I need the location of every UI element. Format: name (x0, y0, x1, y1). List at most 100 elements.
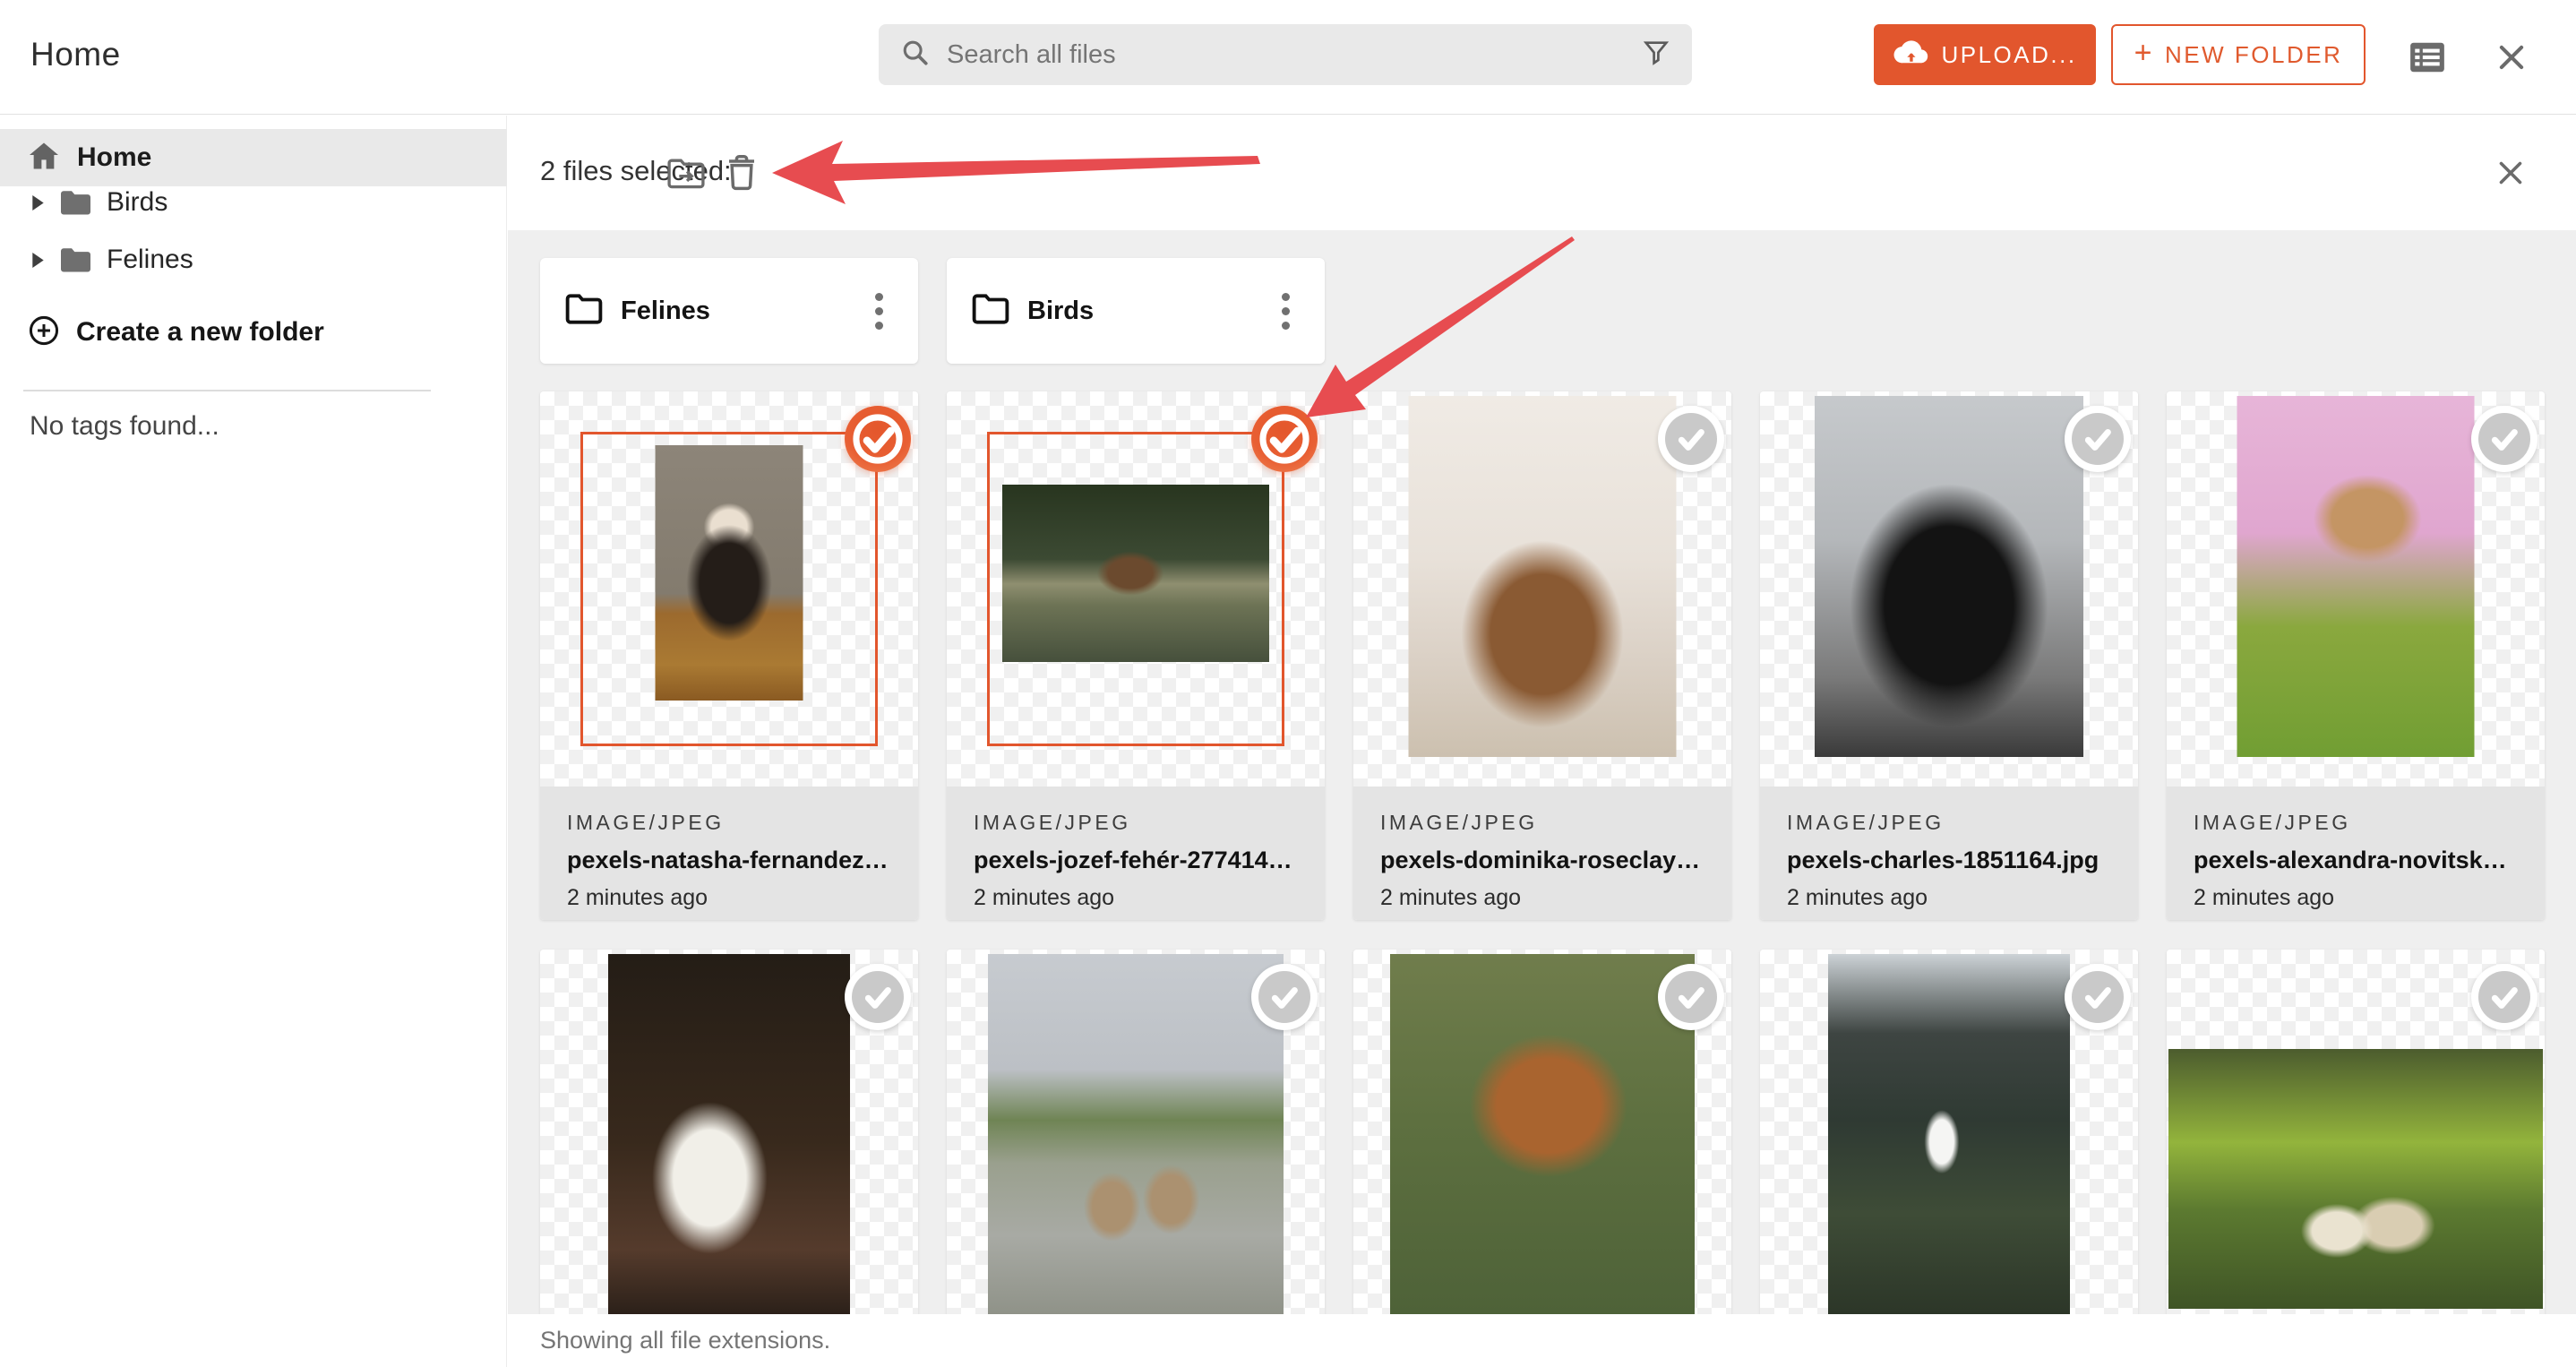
photo-dog-in-green-fur (2237, 396, 2475, 757)
file-meta: IMAGE/JPEG pexels-alexandra-novitskaya-2… (2167, 787, 2545, 920)
unselected-check-badge[interactable] (2471, 406, 2537, 472)
file-name: pexels-alexandra-novitskaya-2... (2194, 847, 2518, 873)
file-meta: IMAGE/JPEG pexels-charles-1851164.jpg 2 … (1760, 787, 2138, 920)
search-input[interactable]: Search all files (879, 24, 1692, 85)
file-card[interactable]: IMAGE/JPEG pexels-natasha-fernandez-733.… (540, 391, 918, 920)
sidebar-home-label: Home (77, 142, 152, 172)
unselected-check-badge[interactable] (2065, 964, 2131, 1030)
upload-button-label: UPLOAD... (1941, 40, 2077, 68)
home-icon (28, 142, 60, 175)
unselected-check-badge[interactable] (1658, 406, 1724, 472)
upload-button[interactable]: UPLOAD... (1874, 24, 2096, 85)
folder-icon (59, 189, 92, 216)
file-card[interactable] (947, 950, 1325, 1367)
file-name: pexels-jozef-fehér-2774140.jpg (974, 847, 1298, 873)
list-view-toggle-button[interactable] (2406, 38, 2449, 77)
top-bar: Home Search all files UPLOAD... + NEW FO… (0, 0, 2576, 115)
no-tags-text: No tags found... (30, 411, 219, 441)
status-bar: Showing all file extensions. (508, 1314, 2576, 1367)
search-placeholder: Search all files (947, 39, 1116, 69)
file-type: IMAGE/JPEG (1380, 811, 1538, 834)
file-thumbnail-area (1353, 950, 1731, 1345)
new-folder-button[interactable]: + NEW FOLDER (2111, 24, 2366, 85)
file-thumbnail-area (947, 391, 1325, 787)
folder-card-label: Felines (621, 296, 710, 325)
file-card[interactable]: IMAGE/JPEG pexels-jozef-fehér-2774140.jp… (947, 391, 1325, 920)
status-text: Showing all file extensions. (540, 1327, 831, 1354)
photo-dachshund-portrait (1408, 396, 1677, 757)
file-name: pexels-dominika-roseclay-8952... (1380, 847, 1704, 873)
file-card[interactable]: IMAGE/JPEG pexels-alexandra-novitskaya-2… (2167, 391, 2545, 920)
plus-circle-icon (27, 314, 61, 352)
file-type: IMAGE/JPEG (567, 811, 725, 834)
unselected-check-badge[interactable] (845, 964, 911, 1030)
sidebar-divider (23, 390, 431, 391)
file-thumbnail-area (2167, 950, 2545, 1345)
media-library-window: Home Search all files UPLOAD... + NEW FO… (0, 0, 2576, 1367)
photo-black-pug-portrait (1815, 396, 2083, 757)
selection-toolbar: 2 files selected: (508, 116, 2576, 230)
photo-geese-walking-on-road (988, 954, 1284, 1315)
selected-check-badge[interactable] (845, 406, 911, 472)
unselected-check-badge[interactable] (2471, 964, 2537, 1030)
create-new-folder-label: Create a new folder (76, 317, 324, 347)
upload-cloud-icon (1893, 38, 1928, 73)
file-card[interactable] (540, 950, 918, 1367)
file-type: IMAGE/JPEG (1787, 811, 1945, 834)
folder-card-felines[interactable]: Felines (540, 258, 918, 364)
folder-outline-icon (972, 293, 1009, 330)
search-icon (900, 38, 931, 73)
file-thumbnail-area (1353, 391, 1731, 787)
chevron-right-icon[interactable] (32, 194, 47, 211)
sidebar-folder-felines[interactable]: Felines (0, 238, 507, 281)
file-thumbnail-area (1760, 950, 2138, 1345)
file-time: 2 minutes ago (974, 885, 1115, 910)
file-card[interactable]: IMAGE/JPEG pexels-dominika-roseclay-8952… (1353, 391, 1731, 920)
folder-outline-icon (565, 293, 603, 330)
selected-check-badge[interactable] (1251, 406, 1318, 472)
unselected-check-badge[interactable] (2065, 406, 2131, 472)
file-card[interactable] (1353, 950, 1731, 1367)
page-title: Home (30, 36, 121, 73)
file-card[interactable] (1760, 950, 2138, 1367)
file-thumbnail-area (540, 950, 918, 1345)
plus-icon: + (2134, 35, 2154, 70)
photo-dog-swimming-with-stick (1002, 485, 1269, 662)
folder-menu-kebab-icon[interactable] (1267, 286, 1303, 336)
sidebar: Home Birds Felines Create a new folder N… (0, 116, 507, 1367)
delete-selected-icon[interactable] (720, 151, 763, 194)
sidebar-folder-label: Felines (107, 245, 193, 274)
sidebar-folder-birds[interactable]: Birds (0, 181, 507, 224)
file-thumbnail-area (947, 950, 1325, 1345)
create-new-folder-button[interactable]: Create a new folder (0, 309, 507, 356)
file-card[interactable]: IMAGE/JPEG pexels-charles-1851164.jpg 2 … (1760, 391, 2138, 920)
file-type: IMAGE/JPEG (974, 811, 1131, 834)
file-card[interactable] (2167, 950, 2545, 1367)
file-time: 2 minutes ago (1787, 885, 1928, 910)
folder-menu-kebab-icon[interactable] (861, 286, 897, 336)
photo-kangaroo-lying-on-grass (1390, 954, 1695, 1315)
folder-icon (59, 246, 92, 273)
file-meta: IMAGE/JPEG pexels-jozef-fehér-2774140.jp… (947, 787, 1325, 920)
new-folder-button-label: NEW FOLDER (2165, 40, 2343, 68)
file-time: 2 minutes ago (1380, 885, 1522, 910)
chevron-right-icon[interactable] (32, 252, 47, 268)
sidebar-folder-label: Birds (107, 187, 168, 217)
folder-card-birds[interactable]: Birds (947, 258, 1325, 364)
unselected-check-badge[interactable] (1251, 964, 1318, 1030)
unselected-check-badge[interactable] (1658, 964, 1724, 1030)
file-thumbnail-area (2167, 391, 2545, 787)
photo-seagulls-on-railing (608, 954, 850, 1315)
file-thumbnail-area (1760, 391, 2138, 787)
photo-lambs-in-grass (2168, 1049, 2543, 1309)
filter-icon[interactable] (1642, 39, 1670, 72)
sidebar-item-home[interactable]: Home (0, 129, 507, 186)
file-time: 2 minutes ago (2194, 885, 2335, 910)
photo-white-reindeer-on-hillside (1828, 954, 2070, 1315)
file-name: pexels-natasha-fernandez-733... (567, 847, 891, 873)
photo-dog-with-party-hat (655, 445, 803, 701)
main-content: 2 files selected: Felines Birds IMAGE/JP… (508, 116, 2576, 1367)
move-to-folder-icon[interactable] (665, 151, 708, 194)
close-icon[interactable] (2490, 38, 2533, 77)
clear-selection-close-icon[interactable] (2491, 153, 2530, 193)
